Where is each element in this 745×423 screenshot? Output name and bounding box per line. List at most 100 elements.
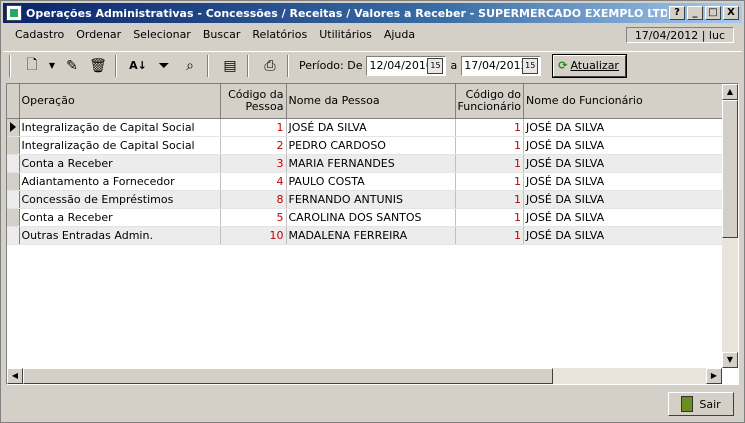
menu-selecionar[interactable]: Selecionar (127, 25, 197, 45)
cell-codigo-funcionario[interactable]: 1 (455, 226, 525, 245)
report-icon[interactable]: ▤ (219, 55, 241, 77)
calendar-icon[interactable]: 15 (522, 57, 539, 74)
menu-ordenar[interactable]: Ordenar (70, 25, 127, 45)
cell-nome-pessoa[interactable]: JOSÉ DA SILVA (286, 118, 456, 137)
cell-codigo-pessoa[interactable]: 8 (220, 190, 287, 209)
vertical-scroll-thumb[interactable] (722, 100, 738, 238)
table-row[interactable]: Adiantamento a Fornecedor 4 PAULO COSTA … (7, 172, 726, 191)
cell-nome-pessoa[interactable]: MADALENA FERREIRA (286, 226, 456, 245)
table-row[interactable]: Integralização de Capital Social 1 JOSÉ … (7, 118, 726, 137)
window-title: Operações Administrativas - Concessões /… (26, 6, 667, 20)
menu-ajuda[interactable]: Ajuda (378, 25, 421, 45)
status-date-user: 17/04/2012 | luc (625, 27, 734, 43)
door-exit-icon (681, 396, 694, 412)
scroll-left-icon[interactable]: ◀ (7, 368, 23, 384)
cell-codigo-pessoa[interactable]: 1 (220, 118, 287, 137)
cell-nome-funcionario[interactable]: JOSÉ DA SILVA (523, 208, 726, 227)
date-to-field[interactable]: 15 (461, 55, 542, 76)
row-indicator (7, 154, 20, 173)
cell-codigo-funcionario[interactable]: 1 (455, 136, 525, 155)
cell-nome-funcionario[interactable]: JOSÉ DA SILVA (523, 190, 726, 209)
cell-codigo-pessoa[interactable]: 10 (220, 226, 287, 245)
menu-buscar[interactable]: Buscar (197, 25, 247, 45)
refresh-button[interactable]: ⟳ Atualizar (552, 53, 627, 78)
cell-codigo-funcionario[interactable]: 1 (455, 172, 525, 191)
cell-operacao[interactable]: Concessão de Empréstimos (19, 190, 221, 209)
period-label: Período: De (299, 59, 363, 72)
row-indicator (7, 172, 20, 191)
cell-nome-funcionario[interactable]: JOSÉ DA SILVA (523, 226, 726, 245)
new-icon[interactable]: 🗋 (21, 55, 43, 77)
cell-nome-pessoa[interactable]: CAROLINA DOS SANTOS (286, 208, 456, 227)
cell-nome-pessoa[interactable]: FERNANDO ANTUNIS (286, 190, 456, 209)
col-header-operacao[interactable]: Operação (19, 84, 221, 119)
table-row[interactable]: Conta a Receber 3 MARIA FERNANDES 1 JOSÉ… (7, 154, 726, 173)
close-button[interactable]: X (723, 6, 739, 20)
sort-az-icon[interactable]: A↓ (127, 55, 149, 77)
table-row[interactable]: Conta a Receber 5 CAROLINA DOS SANTOS 1 … (7, 208, 726, 227)
refresh-label: Atualizar (570, 59, 619, 72)
date-to-input[interactable] (464, 59, 523, 72)
scroll-right-icon[interactable]: ▶ (706, 368, 722, 384)
data-grid[interactable]: Operação Código da Pessoa Nome da Pessoa… (6, 83, 739, 385)
calendar-icon[interactable]: 15 (427, 57, 444, 74)
scroll-up-icon[interactable]: ▲ (722, 84, 738, 100)
maximize-button[interactable]: □ (705, 6, 721, 20)
exit-button[interactable]: Sair (668, 392, 734, 416)
cell-codigo-pessoa[interactable]: 2 (220, 136, 287, 155)
cell-operacao[interactable]: Integralização de Capital Social (19, 118, 221, 137)
col-header-codigo-pessoa[interactable]: Código da Pessoa (220, 84, 287, 119)
edit-icon[interactable]: ✎ (61, 55, 83, 77)
cell-nome-funcionario[interactable]: JOSÉ DA SILVA (523, 154, 726, 173)
horizontal-scroll-thumb[interactable] (23, 368, 553, 384)
cell-codigo-pessoa[interactable]: 4 (220, 172, 287, 191)
binoculars-icon[interactable]: ⌕ (179, 55, 201, 77)
cell-nome-pessoa[interactable]: PEDRO CARDOSO (286, 136, 456, 155)
vertical-scrollbar[interactable]: ▲ ▼ (722, 84, 738, 368)
cell-operacao[interactable]: Outras Entradas Admin. (19, 226, 221, 245)
cell-codigo-funcionario[interactable]: 1 (455, 208, 525, 227)
date-from-input[interactable] (369, 59, 428, 72)
refresh-icon: ⟳ (558, 59, 568, 72)
cell-codigo-funcionario[interactable]: 1 (455, 118, 525, 137)
cell-codigo-pessoa[interactable]: 3 (220, 154, 287, 173)
help-button[interactable]: ? (669, 6, 685, 20)
cell-nome-pessoa[interactable]: PAULO COSTA (286, 172, 456, 191)
table-row[interactable]: Concessão de Empréstimos 8 FERNANDO ANTU… (7, 190, 726, 209)
menu-utilitarios[interactable]: Utilitários (313, 25, 378, 45)
cell-operacao[interactable]: Adiantamento a Fornecedor (19, 172, 221, 191)
col-header-codigo-funcionario[interactable]: Código do Funcionário (455, 84, 525, 119)
cell-operacao[interactable]: Conta a Receber (19, 154, 221, 173)
cell-nome-funcionario[interactable]: JOSÉ DA SILVA (523, 136, 726, 155)
row-indicator (7, 208, 20, 227)
filter-icon[interactable]: ⏷ (153, 55, 175, 77)
title-bar[interactable]: Operações Administrativas - Concessões /… (3, 3, 742, 23)
main-window: Operações Administrativas - Concessões /… (0, 0, 745, 423)
cell-codigo-funcionario[interactable]: 1 (455, 190, 525, 209)
menu-cadastro[interactable]: Cadastro (3, 25, 70, 45)
table-row[interactable]: Integralização de Capital Social 2 PEDRO… (7, 136, 726, 155)
toolbar: 🗋 ▼ ✎ 🗑 A↓ ⏷ ⌕ ▤ ⎙ Período: De 15 a 15 ⟳… (3, 51, 742, 79)
table-row[interactable]: Outras Entradas Admin. 10 MADALENA FERRE… (7, 226, 726, 245)
app-icon (6, 5, 22, 21)
cell-nome-funcionario[interactable]: JOSÉ DA SILVA (523, 172, 726, 191)
cell-operacao[interactable]: Integralização de Capital Social (19, 136, 221, 155)
cell-codigo-pessoa[interactable]: 5 (220, 208, 287, 227)
horizontal-scrollbar[interactable]: ◀ ▶ (7, 368, 722, 384)
toolbar-separator (9, 54, 11, 77)
cell-nome-funcionario[interactable]: JOSÉ DA SILVA (523, 118, 726, 137)
toolbar-separator (287, 54, 289, 77)
col-header-nome-pessoa[interactable]: Nome da Pessoa (286, 84, 456, 119)
toolbar-separator (207, 54, 209, 77)
print-preview-icon[interactable]: ⎙ (259, 55, 281, 77)
scroll-down-icon[interactable]: ▼ (722, 352, 738, 368)
minimize-button[interactable]: _ (687, 6, 703, 20)
col-header-nome-funcionario[interactable]: Nome do Funcionário (523, 84, 726, 119)
cell-operacao[interactable]: Conta a Receber (19, 208, 221, 227)
dropdown-arrow-icon[interactable]: ▼ (47, 55, 57, 77)
menu-relatorios[interactable]: Relatórios (246, 25, 313, 45)
date-from-field[interactable]: 15 (366, 55, 447, 76)
delete-icon[interactable]: 🗑 (87, 55, 109, 77)
cell-nome-pessoa[interactable]: MARIA FERNANDES (286, 154, 456, 173)
cell-codigo-funcionario[interactable]: 1 (455, 154, 525, 173)
